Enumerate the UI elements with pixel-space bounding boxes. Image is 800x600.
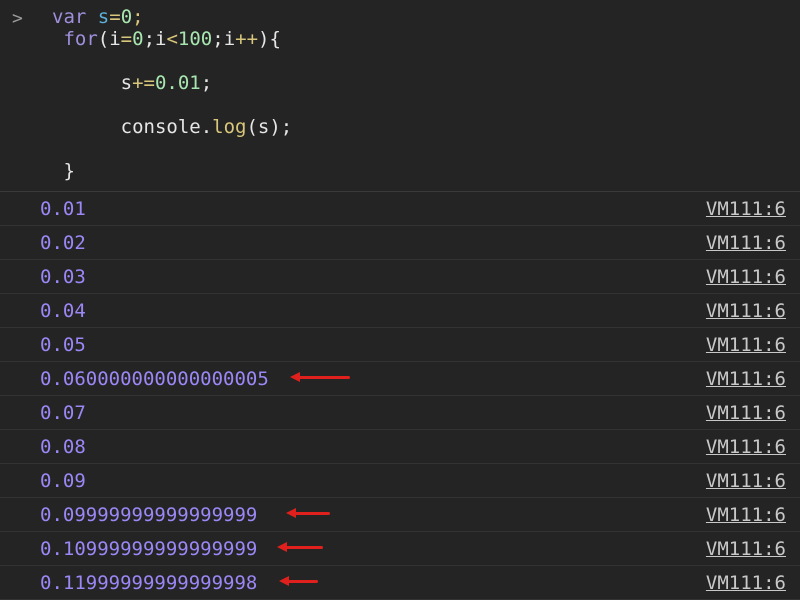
code-line-5: } — [52, 160, 292, 182]
log-value: 0.09 — [40, 470, 86, 492]
code-block: var s=0; for(i=0;i<100;i++){ s+=0.01; co… — [52, 6, 292, 182]
code-line-3: s+=0.01; — [52, 72, 292, 94]
log-value: 0.01 — [40, 198, 86, 220]
source-link[interactable]: VM111:6 — [706, 266, 786, 288]
log-value: 0.07 — [40, 402, 86, 424]
code-line-4: console.log(s); — [52, 116, 292, 138]
chevron-right-icon: > — [12, 8, 23, 29]
console-row: 0.04 VM111:6 — [0, 294, 800, 328]
code-line-2: for(i=0;i<100;i++){ — [52, 28, 292, 50]
console-row: 0.07 VM111:6 — [0, 396, 800, 430]
source-link[interactable]: VM111:6 — [706, 334, 786, 356]
console-input-block[interactable]: > var s=0; for(i=0;i<100;i++){ s+=0.01; … — [0, 0, 800, 192]
console-output: 0.01 VM111:6 0.02 VM111:6 0.03 VM111:6 0.04 VM1… — [0, 192, 800, 600]
console-row: 0.10999999999999999 VM111:6 — [0, 532, 800, 566]
log-value: 0.10999999999999999 — [40, 538, 257, 560]
console-row: 0.03 VM111:6 — [0, 260, 800, 294]
source-link[interactable]: VM111:6 — [706, 368, 786, 390]
red-arrow-annotation — [292, 512, 330, 515]
code-line-1: var s=0; — [52, 6, 292, 28]
source-link[interactable]: VM111:6 — [706, 300, 786, 322]
console-row: 0.09999999999999999 VM111:6 — [0, 498, 800, 532]
source-link[interactable]: VM111:6 — [706, 538, 786, 560]
console-row: 0.01 VM111:6 — [0, 192, 800, 226]
source-link[interactable]: VM111:6 — [706, 402, 786, 424]
console-row: 0.08 VM111:6 — [0, 430, 800, 464]
log-value: 0.05 — [40, 334, 86, 356]
log-value: 0.09999999999999999 — [40, 504, 257, 526]
source-link[interactable]: VM111:6 — [706, 436, 786, 458]
log-value: 0.02 — [40, 232, 86, 254]
console-row: 0.05 VM111:6 — [0, 328, 800, 362]
source-link[interactable]: VM111:6 — [706, 232, 786, 254]
console-row: 0.02 VM111:6 — [0, 226, 800, 260]
console-row: 0.09 VM111:6 — [0, 464, 800, 498]
log-value: 0.060000000000000005 — [40, 368, 269, 390]
log-value: 0.04 — [40, 300, 86, 322]
source-link[interactable]: VM111:6 — [706, 198, 786, 220]
red-arrow-annotation — [285, 580, 318, 583]
red-arrow-annotation — [296, 376, 350, 379]
console-row: 0.060000000000000005 VM111:6 — [0, 362, 800, 396]
red-arrow-annotation — [283, 546, 323, 549]
log-value: 0.03 — [40, 266, 86, 288]
source-link[interactable]: VM111:6 — [706, 504, 786, 526]
console-row: 0.11999999999999998VM111:6 — [0, 566, 800, 600]
log-value: 0.08 — [40, 436, 86, 458]
source-link[interactable]: VM111:6 — [706, 470, 786, 492]
